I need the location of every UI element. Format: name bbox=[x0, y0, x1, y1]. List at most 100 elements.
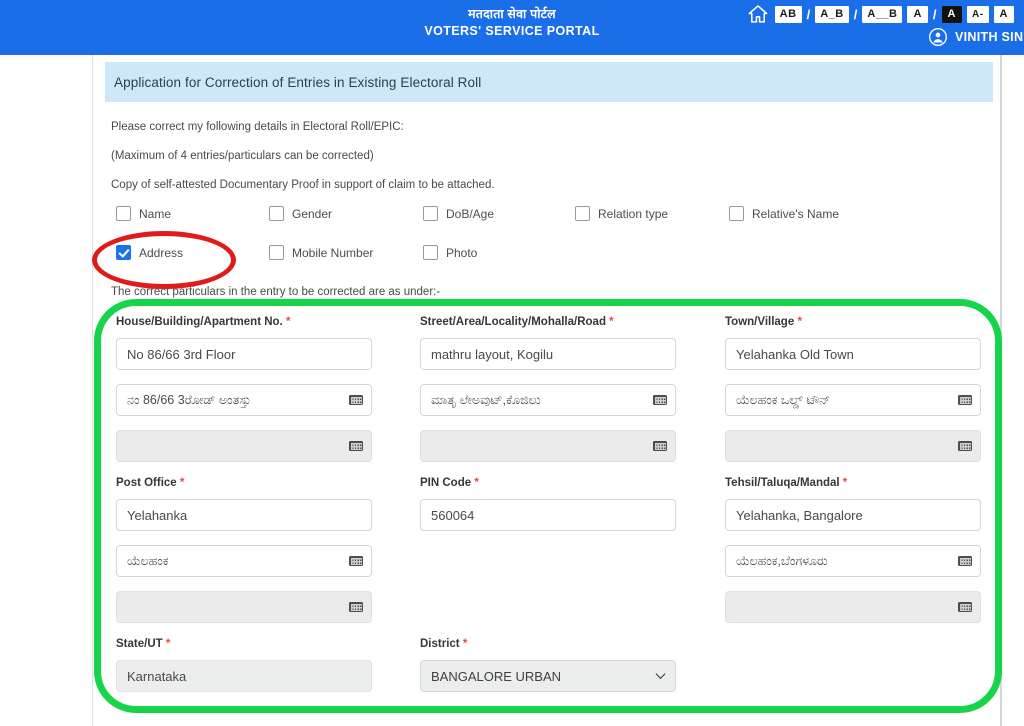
virtual-keyboard-icon[interactable] bbox=[653, 395, 667, 405]
pin-code-field-label: PIN Code * bbox=[420, 477, 479, 489]
top-navigation-bar: मतदाता सेवा पोर्टल VOTERS' SERVICE PORTA… bbox=[0, 0, 1024, 55]
tehsil-transliteration-input[interactable]: ಯೆಲಹಂಕ,ಬೆಂಗಳೂರು bbox=[725, 545, 981, 577]
checkbox-relatives-name[interactable]: Relative's Name bbox=[729, 206, 839, 221]
checkbox-name-box[interactable] bbox=[116, 206, 131, 221]
post-office-transliteration-value: ಯೆಲಹಂಕ bbox=[127, 553, 169, 568]
checkbox-address-label: Address bbox=[139, 245, 184, 260]
separator-3: / bbox=[932, 6, 937, 22]
house-transliteration-input[interactable]: ನಂ 86/66 3ರೋಡ್ ಅಂತಸ್ತು bbox=[116, 384, 372, 416]
instruction-line-1: Please correct my following details in E… bbox=[111, 121, 404, 133]
post-office-input[interactable]: Yelahanka bbox=[116, 499, 372, 531]
checkbox-photo[interactable]: Photo bbox=[423, 245, 477, 260]
street-label-text: Street/Area/Locality/Mohalla/Road bbox=[420, 316, 606, 328]
checkbox-name[interactable]: Name bbox=[116, 206, 171, 221]
state-field-label: State/UT * bbox=[116, 638, 170, 650]
street-required-marker: * bbox=[609, 316, 614, 328]
virtual-keyboard-icon[interactable] bbox=[653, 441, 667, 451]
checkbox-address[interactable]: Address bbox=[116, 245, 183, 260]
virtual-keyboard-icon[interactable] bbox=[958, 602, 972, 612]
instruction-line-3: Copy of self-attested Documentary Proof … bbox=[111, 179, 495, 191]
town-transliteration-value: ಯೆಲಹಂಕ ಒಲ್ಡ್ ಟೌನ್ bbox=[736, 392, 831, 407]
virtual-keyboard-icon[interactable] bbox=[349, 602, 363, 612]
contrast-inverted-button[interactable]: A bbox=[941, 5, 962, 23]
font-size-decrease-button[interactable]: A- bbox=[966, 5, 989, 23]
street-transliteration-input[interactable]: ಮಾತೃ ಲೇಅವುಟ್,ಕೊಜಿಲು bbox=[420, 384, 676, 416]
state-label-text: State/UT bbox=[116, 638, 163, 650]
checkbox-photo-label: Photo bbox=[446, 245, 478, 260]
district-selected-value: BANGALORE URBAN bbox=[431, 668, 562, 684]
checkbox-dob-age-label: DoB/Age bbox=[446, 206, 495, 221]
street-field-label: Street/Area/Locality/Mohalla/Road * bbox=[420, 316, 614, 328]
checkbox-gender-label: Gender bbox=[292, 206, 333, 221]
checkbox-name-label: Name bbox=[139, 206, 172, 221]
tehsil-label-text: Tehsil/Taluqa/Mandal bbox=[725, 477, 840, 489]
state-input: Karnataka bbox=[116, 660, 372, 692]
brand-title-english: VOTERS' SERVICE PORTAL bbox=[424, 24, 600, 38]
checkbox-mobile-number-box[interactable] bbox=[269, 245, 284, 260]
checkbox-mobile-number[interactable]: Mobile Number bbox=[269, 245, 373, 260]
content-right-edge bbox=[1000, 55, 1001, 726]
town-field-label: Town/Village * bbox=[725, 316, 802, 328]
checkbox-relation-type-label: Relation type bbox=[598, 206, 669, 221]
font-size-default-button[interactable]: A bbox=[993, 5, 1014, 23]
house-required-marker: * bbox=[285, 316, 291, 328]
letter-spacing-medium-button[interactable]: A_B bbox=[815, 5, 849, 23]
tehsil-input[interactable]: Yelahanka, Bangalore bbox=[725, 499, 981, 531]
house-field-label: House/Building/Apartment No. * bbox=[116, 316, 290, 328]
instruction-line-4: The correct particulars in the entry to … bbox=[111, 286, 441, 298]
separator-2: / bbox=[853, 6, 858, 22]
user-name-label: VINITH SIN bbox=[955, 30, 1024, 44]
checkbox-relation-type-box[interactable] bbox=[575, 206, 590, 221]
contrast-normal-button[interactable]: A bbox=[907, 5, 928, 23]
tehsil-required-marker: * bbox=[842, 477, 848, 489]
street-extra-input[interactable] bbox=[420, 430, 676, 462]
town-transliteration-input[interactable]: ಯೆಲಹಂಕ ಒಲ್ಡ್ ಟೌನ್ bbox=[725, 384, 981, 416]
town-input[interactable]: Yelahanka Old Town bbox=[725, 338, 981, 370]
virtual-keyboard-icon[interactable] bbox=[349, 556, 363, 566]
house-input[interactable]: No 86/66 3rd Floor bbox=[116, 338, 372, 370]
virtual-keyboard-icon[interactable] bbox=[958, 441, 972, 451]
virtual-keyboard-icon[interactable] bbox=[958, 556, 972, 566]
checkbox-relatives-name-label: Relative's Name bbox=[752, 206, 839, 221]
town-label-text: Town/Village bbox=[725, 316, 795, 328]
checkbox-relatives-name-box[interactable] bbox=[729, 206, 744, 221]
user-account-menu[interactable]: VINITH SIN bbox=[928, 27, 1024, 47]
tehsil-transliteration-value: ಯೆಲಹಂಕ,ಬೆಂಗಳೂರು bbox=[736, 553, 828, 568]
tehsil-extra-input[interactable] bbox=[725, 591, 981, 623]
post-office-label-text: Post Office bbox=[116, 477, 177, 489]
checkbox-relation-type[interactable]: Relation type bbox=[575, 206, 668, 221]
post-office-required-marker: * bbox=[179, 477, 185, 489]
town-required-marker: * bbox=[797, 316, 802, 328]
checkbox-gender[interactable]: Gender bbox=[269, 206, 332, 221]
virtual-keyboard-icon[interactable] bbox=[349, 395, 363, 405]
chevron-down-icon[interactable] bbox=[655, 669, 666, 679]
instruction-line-2: (Maximum of 4 entries/particulars can be… bbox=[111, 150, 374, 162]
virtual-keyboard-icon[interactable] bbox=[349, 441, 363, 451]
checkbox-address-box[interactable] bbox=[116, 245, 131, 260]
town-extra-input[interactable] bbox=[725, 430, 981, 462]
state-required-marker: * bbox=[165, 638, 171, 650]
house-extra-input[interactable] bbox=[116, 430, 372, 462]
virtual-keyboard-icon[interactable] bbox=[958, 395, 972, 405]
letter-spacing-normal-button[interactable]: AB bbox=[774, 5, 802, 23]
separator-1: / bbox=[806, 6, 811, 22]
street-input[interactable]: mathru layout, Kogilu bbox=[420, 338, 676, 370]
house-label-text: House/Building/Apartment No. bbox=[116, 316, 283, 328]
letter-spacing-wide-button[interactable]: A__B bbox=[862, 5, 903, 23]
district-field-label: District * bbox=[420, 638, 467, 650]
district-select[interactable]: BANGALORE URBAN bbox=[420, 660, 676, 692]
checkbox-photo-box[interactable] bbox=[423, 245, 438, 260]
checkbox-dob-age[interactable]: DoB/Age bbox=[423, 206, 494, 221]
post-office-extra-input[interactable] bbox=[116, 591, 372, 623]
checkbox-gender-box[interactable] bbox=[269, 206, 284, 221]
district-required-marker: * bbox=[462, 638, 468, 650]
accessibility-toolbar: AB / A_B / A__B A / A A- A bbox=[746, 3, 1014, 25]
post-office-transliteration-input[interactable]: ಯೆಲಹಂಕ bbox=[116, 545, 372, 577]
form-title-banner: Application for Correction of Entries in… bbox=[105, 62, 993, 102]
home-icon[interactable] bbox=[746, 3, 770, 25]
pin-code-required-marker: * bbox=[474, 477, 479, 489]
tehsil-field-label: Tehsil/Taluqa/Mandal * bbox=[725, 477, 847, 489]
checkbox-dob-age-box[interactable] bbox=[423, 206, 438, 221]
street-transliteration-value: ಮಾತೃ ಲೇಅವುಟ್,ಕೊಜಿಲು bbox=[431, 392, 541, 407]
pin-code-input[interactable]: 560064 bbox=[420, 499, 676, 531]
